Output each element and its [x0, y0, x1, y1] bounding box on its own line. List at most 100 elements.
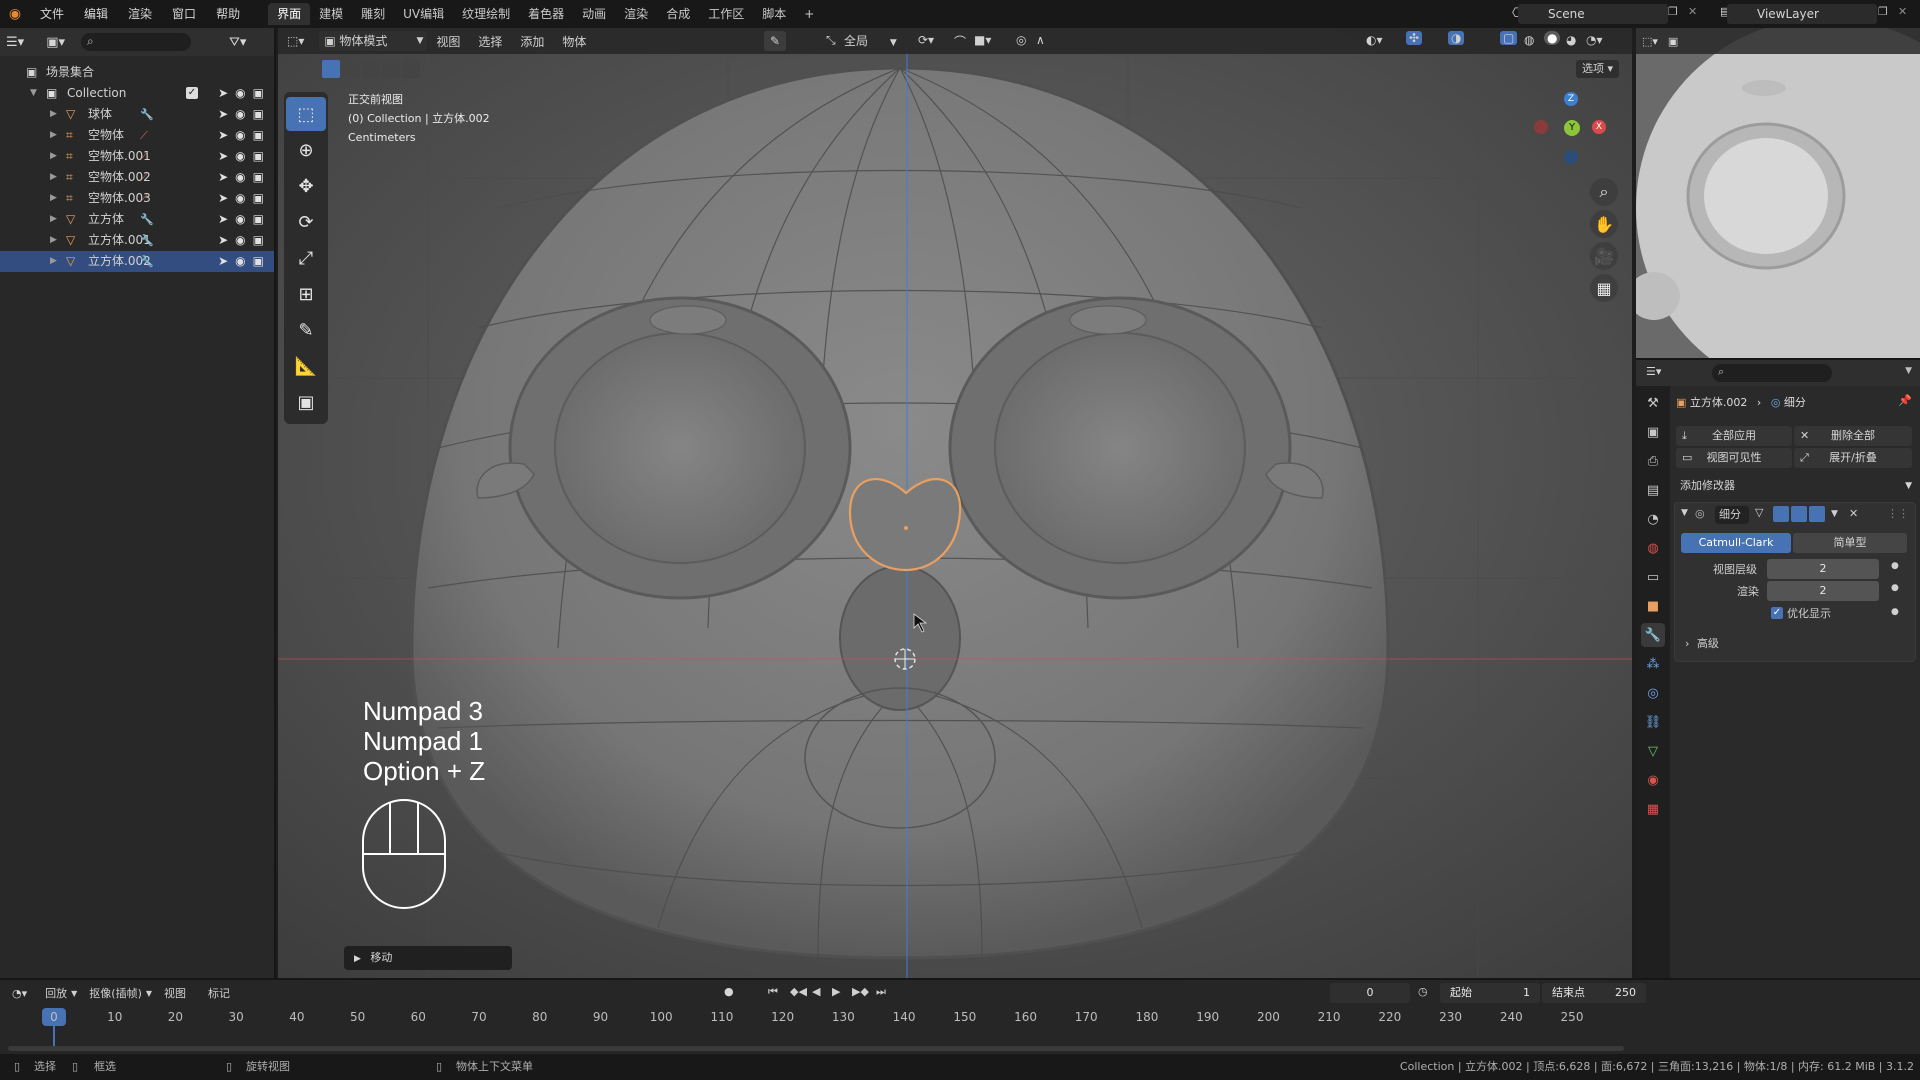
scene-close-icon[interactable]: ✕: [1688, 5, 1697, 18]
chevron-down-icon[interactable]: ▼: [1681, 508, 1688, 518]
move-tool[interactable]: ✥: [286, 169, 326, 203]
modifier-wrench-icon[interactable]: 🔧: [140, 104, 154, 125]
options-button[interactable]: 选项 ▾: [1576, 60, 1620, 78]
selectable-icon[interactable]: ➤: [218, 251, 228, 272]
edit-mode-toggle-icon[interactable]: ▽: [1755, 506, 1763, 519]
select-subtract-icon[interactable]: [362, 60, 380, 78]
wireframe-shading-icon[interactable]: ◍: [1524, 33, 1534, 47]
chevron-down-icon[interactable]: ▼: [1831, 509, 1838, 519]
modifier-wrench-icon[interactable]: 🔧: [140, 251, 154, 272]
outliner-item[interactable]: ▶ ⌗ 空物体.002 ⟋ ➤ ◉ ▣: [0, 167, 274, 188]
zoom-icon[interactable]: ⌕: [1590, 178, 1618, 206]
render-tab-icon[interactable]: ▣: [1641, 420, 1665, 444]
close-icon[interactable]: ✕: [1849, 507, 1858, 520]
proportional-edit-icon[interactable]: ◎: [1016, 33, 1026, 47]
gizmo-y-axis[interactable]: Y: [1564, 120, 1580, 136]
camera-icon[interactable]: ▣: [253, 209, 264, 230]
material-tab-icon[interactable]: ◉: [1641, 768, 1665, 792]
tab-modeling[interactable]: 建模: [310, 3, 352, 25]
display-mode-icon[interactable]: ▣▾: [46, 35, 65, 50]
material-shading-icon[interactable]: ◕: [1566, 33, 1576, 47]
tab-geometry-nodes[interactable]: 工作区: [699, 3, 753, 25]
expand-arrow-icon[interactable]: ▶: [50, 230, 57, 251]
eye-icon[interactable]: ◉: [235, 251, 245, 272]
eye-icon[interactable]: ◉: [235, 167, 245, 188]
select-new-icon[interactable]: [322, 60, 340, 78]
camera-icon[interactable]: ▣: [253, 83, 264, 104]
view-layer-copy-icon[interactable]: ❐: [1878, 5, 1888, 18]
3d-viewport[interactable]: ⬚▾ ▣ 物体模式 ▼ 视图 选择 添加 物体 ✎ ⤡ 全局 ▼ ⟳▾ ⌒ ■▾…: [278, 28, 1632, 978]
gizmo-z-axis[interactable]: Z: [1564, 92, 1578, 106]
outliner-item[interactable]: ▶ ⌗ 空物体 ⟋ ➤ ◉ ▣: [0, 125, 274, 146]
outliner-item[interactable]: ▶ ▽ 立方体 🔧 ➤ ◉ ▣: [0, 209, 274, 230]
outliner-item[interactable]: ▶ ⌗ 空物体.001 ⟋ ➤ ◉ ▣: [0, 146, 274, 167]
transform-orientation-select[interactable]: 全局 ▼: [844, 31, 910, 51]
simple-button[interactable]: 简单型: [1793, 533, 1907, 553]
expand-arrow-icon[interactable]: ▶: [50, 251, 57, 272]
levels-viewport-field[interactable]: 2: [1767, 559, 1879, 579]
render-toggle-icon[interactable]: [1809, 506, 1825, 522]
expand-arrow-icon[interactable]: ▶: [50, 188, 57, 209]
tool-tab-icon[interactable]: ⚒: [1641, 391, 1665, 415]
transform-tool[interactable]: ⊞: [286, 277, 326, 311]
eye-icon[interactable]: ◉: [235, 146, 245, 167]
menu-edit[interactable]: 编辑: [74, 0, 118, 28]
tab-animation[interactable]: 动画: [573, 3, 615, 25]
select-extend-icon[interactable]: [342, 60, 360, 78]
scene-tab-icon[interactable]: ◔: [1641, 507, 1665, 531]
menu-view[interactable]: 视图: [427, 33, 469, 50]
blender-logo-icon[interactable]: ◉: [0, 6, 30, 22]
eye-icon[interactable]: ◉: [235, 104, 245, 125]
snap-icon[interactable]: ⌒: [954, 33, 966, 50]
scene-copy-icon[interactable]: ❐: [1668, 5, 1678, 18]
select-invert-icon[interactable]: [382, 60, 400, 78]
eyedropper-icon[interactable]: ✎: [764, 31, 786, 51]
visibility-icon[interactable]: ◐▾: [1366, 33, 1383, 47]
scene-selector[interactable]: Scene: [1518, 4, 1668, 24]
tab-scripting[interactable]: 脚本: [753, 3, 795, 25]
menu-window[interactable]: 窗口: [162, 0, 206, 28]
timeline-scrollbar[interactable]: [8, 1046, 1624, 1051]
last-operator-panel[interactable]: ▶ 移动: [344, 946, 512, 970]
rotate-tool[interactable]: ⟳: [286, 205, 326, 239]
view-layer-tab-icon[interactable]: ▤: [1641, 478, 1665, 502]
object-mode-icon[interactable]: ▣: [1668, 35, 1678, 48]
selectable-icon[interactable]: ➤: [218, 104, 228, 125]
eye-icon[interactable]: ◉: [235, 125, 245, 146]
cursor-tool[interactable]: ⊕: [286, 133, 326, 167]
selectable-icon[interactable]: ➤: [218, 230, 228, 251]
world-tab-icon[interactable]: ◍: [1641, 536, 1665, 560]
selectable-icon[interactable]: ➤: [218, 125, 228, 146]
scale-tool[interactable]: ⤢: [286, 241, 326, 275]
selectable-icon[interactable]: ➤: [218, 209, 228, 230]
select-box-tool[interactable]: ⬚: [286, 97, 326, 131]
gizmo-neg-x-axis[interactable]: [1534, 120, 1548, 134]
expand-arrow-icon[interactable]: ▶: [50, 125, 57, 146]
selectable-icon[interactable]: ➤: [218, 167, 228, 188]
outliner-item[interactable]: ▶ ▽ 立方体.001 🔧 ➤ ◉ ▣: [0, 230, 274, 251]
add-workspace-button[interactable]: +: [795, 3, 823, 25]
apply-all-button[interactable]: ⤓ 全部应用: [1676, 426, 1792, 446]
transform-orientation-icon[interactable]: ⤡: [826, 33, 836, 48]
camera-view-icon[interactable]: 🎥: [1590, 242, 1618, 270]
eye-icon[interactable]: ◉: [235, 230, 245, 251]
empty-data-icon[interactable]: ⟋: [140, 167, 148, 188]
output-tab-icon[interactable]: ⎙: [1641, 449, 1665, 473]
solid-shading-icon[interactable]: ●: [1544, 31, 1561, 45]
modifier-name-field[interactable]: 细分: [1715, 506, 1749, 524]
camera-icon[interactable]: ▣: [253, 251, 264, 272]
gizmo-x-axis[interactable]: X: [1592, 120, 1606, 134]
pivot-icon[interactable]: ⟳▾: [918, 33, 934, 47]
empty-data-icon[interactable]: ⟋: [140, 146, 148, 167]
measure-tool[interactable]: 📐: [286, 349, 326, 383]
menu-help[interactable]: 帮助: [206, 0, 250, 28]
tab-texture-paint[interactable]: 纹理绘制: [453, 3, 519, 25]
modifier-wrench-icon[interactable]: 🔧: [140, 209, 154, 230]
expand-arrow-icon[interactable]: ▶: [50, 146, 57, 167]
particles-tab-icon[interactable]: ⁂: [1641, 652, 1665, 676]
keyframe-dot-icon[interactable]: ●: [1891, 583, 1899, 593]
empty-data-icon[interactable]: ⟋: [140, 125, 148, 146]
selectable-icon[interactable]: ➤: [218, 146, 228, 167]
outliner-search-input[interactable]: ⌕: [81, 33, 191, 51]
optimal-display-checkbox[interactable]: ✓: [1771, 607, 1783, 619]
